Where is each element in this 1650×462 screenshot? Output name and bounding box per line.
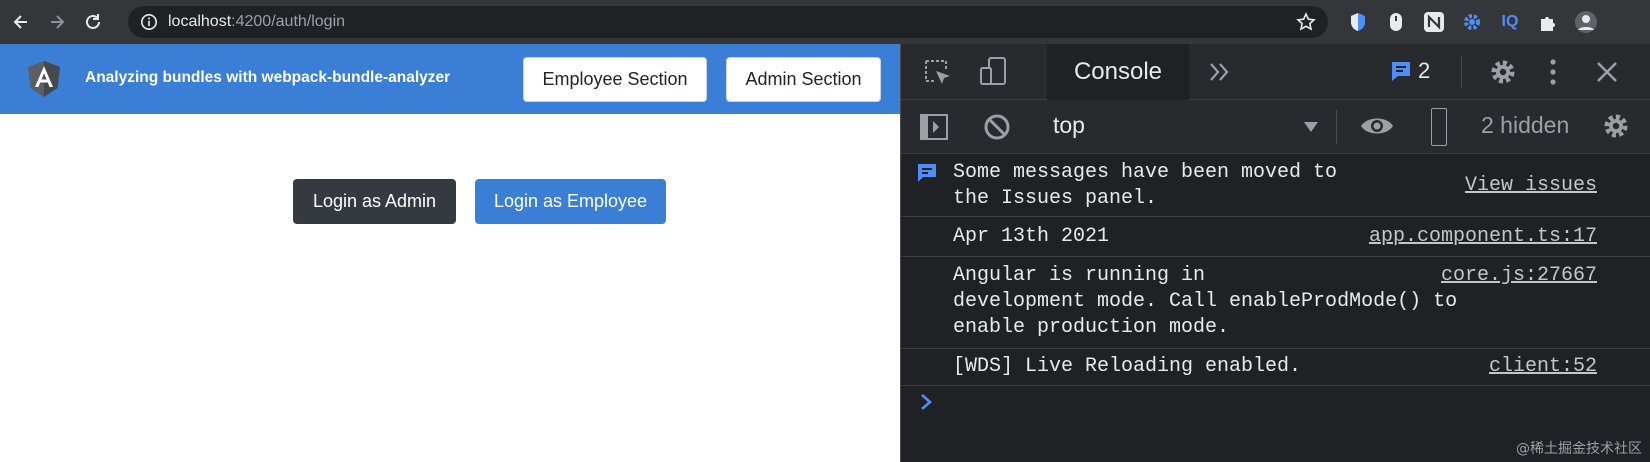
devtools-panel: Console 2 top 2 hidden Some messages hav… (900, 44, 1650, 462)
console-message: Angular is running in development mode. … (901, 257, 1650, 349)
source-link[interactable]: core.js:27667 (1441, 263, 1597, 289)
live-expression-eye-icon[interactable] (1359, 114, 1395, 138)
console-message: [WDS] Live Reloading enabled. client:52 (901, 349, 1650, 386)
chevron-down-icon[interactable] (1303, 121, 1319, 133)
iq-extension[interactable]: IQ (1498, 10, 1522, 34)
gear-extension-icon[interactable] (1460, 10, 1484, 34)
url-text: localhost:4200/auth/login (168, 13, 345, 31)
reload-button[interactable] (78, 7, 108, 37)
forward-button[interactable] (42, 7, 72, 37)
filter-divider (1336, 110, 1337, 144)
back-button[interactable] (6, 7, 36, 37)
message-text: Angular is running in development mode. … (953, 264, 1458, 339)
extensions-toolbar: IQ (1346, 10, 1598, 34)
close-icon[interactable] (1594, 59, 1620, 85)
message-text: [WDS] Live Reloading enabled. (953, 355, 1302, 378)
info-message-icon (918, 164, 936, 182)
hidden-messages-count: 2 hidden (1481, 112, 1570, 138)
context-select[interactable]: top (1053, 112, 1085, 139)
more-options-icon[interactable] (1548, 57, 1558, 87)
console-settings-gear-icon[interactable] (1601, 111, 1631, 141)
admin-section-button[interactable]: Admin Section (726, 57, 881, 102)
arrow-right-icon (51, 15, 65, 29)
page-title: Analyzing bundles with webpack-bundle-an… (85, 69, 451, 86)
n-extension-icon[interactable] (1422, 10, 1446, 34)
bookmark-star-icon[interactable] (1296, 12, 1316, 32)
url-host: localhost (168, 13, 232, 30)
avatar[interactable] (1574, 10, 1598, 34)
employee-section-button[interactable]: Employee Section (523, 57, 707, 102)
login-as-employee-button[interactable]: Login as Employee (475, 179, 666, 224)
message-text: Some messages have been moved to the Iss… (953, 161, 1338, 210)
clear-console-icon[interactable] (982, 112, 1012, 142)
browser-toolbar: localhost:4200/auth/login IQ (0, 0, 1650, 44)
message-text: Apr 13th 2021 (953, 225, 1110, 248)
inspect-element-icon[interactable] (923, 58, 953, 88)
sidebar-toggle-icon[interactable] (919, 112, 949, 142)
device-toolbar-icon[interactable] (979, 56, 1009, 88)
page-viewport: Analyzing bundles with webpack-bundle-an… (0, 44, 900, 462)
view-issues-link[interactable]: View issues (1465, 173, 1597, 199)
address-bar[interactable]: localhost:4200/auth/login (128, 6, 1328, 38)
console-messages: Some messages have been moved to the Iss… (901, 155, 1650, 386)
settings-gear-icon[interactable] (1488, 57, 1518, 87)
puzzle-icon[interactable] (1536, 10, 1560, 34)
console-message: Apr 13th 2021 app.component.ts:17 (901, 217, 1650, 257)
iq-extension-label: IQ (1501, 13, 1519, 30)
filter-input[interactable] (1431, 108, 1447, 146)
watermark: @稀土掘金技术社区 (1516, 441, 1642, 457)
app-navbar: Analyzing bundles with webpack-bundle-an… (0, 44, 900, 114)
toolbar-divider (1461, 56, 1462, 88)
tab-console[interactable]: Console (1047, 44, 1189, 100)
angular-logo-icon (28, 61, 60, 97)
reload-icon (86, 14, 100, 29)
source-link[interactable]: app.component.ts:17 (1369, 224, 1597, 250)
console-message: Some messages have been moved to the Iss… (901, 155, 1650, 217)
console-filter-bar: top 2 hidden (901, 100, 1650, 154)
console-prompt-chevron-icon[interactable] (917, 392, 937, 412)
devtools-toolbar: Console 2 (901, 44, 1650, 100)
login-as-admin-button[interactable]: Login as Admin (293, 179, 456, 224)
mouse-extension-icon[interactable] (1384, 10, 1408, 34)
url-path: :4200/auth/login (231, 13, 346, 30)
info-icon[interactable] (140, 13, 158, 31)
shield-extension-icon[interactable] (1346, 10, 1370, 34)
more-tabs-chevron-icon[interactable] (1208, 61, 1232, 83)
issues-count-badge[interactable]: 2 (1418, 58, 1430, 84)
arrow-left-icon (13, 15, 27, 29)
source-link[interactable]: client:52 (1489, 354, 1597, 380)
issues-icon[interactable] (1390, 60, 1412, 84)
